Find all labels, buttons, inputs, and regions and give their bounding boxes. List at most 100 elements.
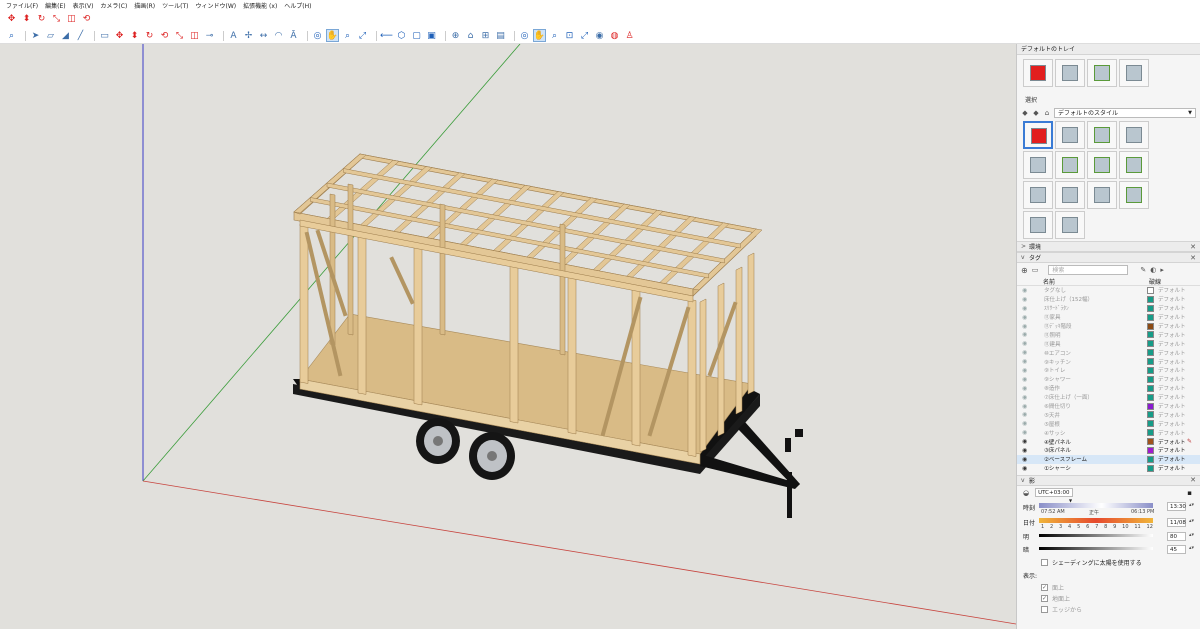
from-edges-checkbox[interactable] — [1041, 605, 1048, 613]
tag-dash-style[interactable]: デフォルト — [1158, 313, 1186, 321]
select-icon[interactable]: ➤ — [30, 30, 41, 41]
eye-icon[interactable]: ◉ — [1022, 420, 1032, 427]
style-thumb[interactable] — [1023, 59, 1053, 87]
geo-icon[interactable]: ⊕ — [450, 30, 461, 41]
tag-color-swatch[interactable] — [1147, 438, 1154, 446]
eye-icon[interactable]: ◉ — [1022, 465, 1032, 472]
tag-dash-style[interactable]: デフォルト — [1158, 340, 1186, 348]
style-thumb[interactable] — [1087, 59, 1117, 87]
eraser-icon[interactable]: ▱ — [45, 30, 56, 41]
eye-icon[interactable]: ◉ — [1022, 296, 1032, 303]
eye-icon[interactable]: ◉ — [1022, 429, 1032, 436]
tag-color-swatch[interactable] — [1147, 446, 1154, 454]
scale-icon[interactable]: ⤡ — [174, 30, 185, 41]
tag-dash-style[interactable]: デフォルト — [1158, 446, 1186, 454]
position-camera-icon[interactable]: ◉ — [594, 30, 605, 41]
line-icon[interactable]: ╱ — [75, 30, 86, 41]
tag-row[interactable]: ◉ ⑨キッチン デフォルト — [1017, 357, 1200, 366]
date-input[interactable]: 11/08 — [1167, 517, 1186, 527]
zoom-icon[interactable]: ⌕ — [549, 30, 560, 41]
menu-item[interactable]: 編集(E) — [45, 1, 65, 10]
col-style[interactable]: 破線 — [1149, 277, 1189, 286]
eye-icon[interactable]: ◉ — [1022, 447, 1032, 454]
tag-row[interactable]: ◉ ③床パネル デフォルト — [1017, 446, 1200, 455]
eye-icon[interactable]: ◉ — [1022, 287, 1032, 294]
dimension-icon[interactable]: ↔ — [258, 30, 269, 41]
menu-item[interactable]: 描画(R) — [134, 1, 155, 10]
eye-icon[interactable]: ◉ — [1022, 331, 1032, 338]
add-tag-icon[interactable]: ⊕ — [1021, 266, 1028, 275]
tag-dash-style[interactable]: デフォルト — [1158, 393, 1186, 401]
rotate-icon[interactable]: ↻ — [144, 30, 155, 41]
forward-icon[interactable]: ◆ — [1032, 109, 1040, 117]
timezone-select[interactable]: UTC+03:00 ▼ — [1035, 488, 1074, 503]
eye-icon[interactable]: ◉ — [1022, 358, 1032, 365]
home-icon[interactable]: ⌂ — [1043, 109, 1051, 117]
dark-input[interactable]: 45 — [1167, 544, 1186, 554]
tag-row[interactable]: ◉ ⑥間仕切り デフォルト — [1017, 402, 1200, 411]
tag-row[interactable]: ◉ ⑤天井 デフォルト — [1017, 410, 1200, 419]
tag-color-swatch[interactable] — [1147, 429, 1154, 437]
zoom-extents-icon[interactable]: ⤢ — [579, 30, 590, 41]
scale-icon[interactable]: ⤡ — [51, 14, 62, 25]
color-by-tag-icon[interactable]: ◐ — [1150, 266, 1156, 274]
tag-dash-style[interactable]: デフォルト — [1158, 304, 1186, 312]
eye-icon[interactable]: ◉ — [1022, 438, 1032, 445]
tag-dash-style[interactable]: デフォルト — [1158, 295, 1186, 303]
tag-dash-style[interactable]: デフォルト — [1158, 331, 1186, 339]
tag-color-swatch[interactable] — [1147, 313, 1154, 321]
push-pull-icon[interactable]: ⬍ — [129, 30, 140, 41]
tag-dash-style[interactable]: デフォルト — [1158, 322, 1186, 330]
tag-color-swatch[interactable] — [1147, 375, 1154, 383]
move-icon[interactable]: ✥ — [6, 14, 17, 25]
menu-item[interactable]: 表示(V) — [73, 1, 94, 10]
style-thumb[interactable] — [1087, 181, 1117, 209]
light-slider[interactable] — [1039, 533, 1153, 537]
tag-row[interactable]: ◉ ⑪建具 デフォルト — [1017, 339, 1200, 348]
tag-color-swatch[interactable] — [1147, 393, 1154, 401]
tag-row[interactable]: ◉ ①シャーシ デフォルト — [1017, 464, 1200, 473]
style-thumb[interactable] — [1055, 59, 1085, 87]
zoom-window-icon[interactable]: ⊡ — [564, 30, 575, 41]
pan-icon[interactable]: ✋ — [326, 29, 339, 42]
eye-icon[interactable]: ◉ — [1022, 323, 1032, 330]
time-spinner[interactable]: ▴▾ — [1189, 502, 1194, 508]
details-icon[interactable]: ▪ — [1187, 489, 1192, 497]
time-input[interactable]: 13:30 — [1167, 501, 1186, 511]
zoom-icon[interactable]: ⌕ — [342, 30, 353, 41]
previous-icon[interactable]: ⟵ — [380, 30, 393, 41]
style-thumb[interactable] — [1023, 151, 1053, 179]
tag-row[interactable]: ◉ ⑩エアコン デフォルト — [1017, 348, 1200, 357]
zoom-extents-icon[interactable]: ⤢ — [357, 30, 368, 41]
tag-row[interactable]: ◉ ⑨シャワー デフォルト — [1017, 375, 1200, 384]
date-spinner[interactable]: ▴▾ — [1189, 518, 1194, 524]
tag-row[interactable]: ◉ ⑪家具 デフォルト — [1017, 313, 1200, 322]
tag-color-swatch[interactable] — [1147, 402, 1154, 410]
paint-icon[interactable]: ◢ — [60, 30, 71, 41]
tag-row[interactable]: ◉ ⑪照明 デフォルト — [1017, 330, 1200, 339]
time-slider[interactable] — [1039, 502, 1153, 508]
front-icon[interactable]: ▣ — [426, 30, 437, 41]
eye-icon[interactable]: ◉ — [1022, 314, 1032, 321]
tag-row[interactable]: ◉ ⑤屋根 デフォルト — [1017, 419, 1200, 428]
3d-text-icon[interactable]: Ā — [288, 30, 299, 41]
style-thumb[interactable] — [1055, 121, 1085, 149]
use-sun-checkbox[interactable] — [1041, 558, 1048, 566]
zoom-icon[interactable]: ⌕ — [6, 30, 17, 41]
tag-dash-style[interactable]: デフォルト — [1158, 455, 1186, 463]
tag-color-swatch[interactable] — [1147, 295, 1154, 303]
panel-environment[interactable]: > 環境 ✕ — [1017, 241, 1200, 252]
on-ground-checkbox[interactable]: ✓ — [1041, 594, 1048, 602]
eye-icon[interactable]: ◉ — [1022, 394, 1032, 401]
back-icon[interactable]: ◆ — [1021, 109, 1029, 117]
menu-item[interactable]: カメラ(C) — [100, 1, 127, 10]
tag-color-swatch[interactable] — [1147, 384, 1154, 392]
tag-row[interactable]: ◉ ②ベースフレーム デフォルト — [1017, 454, 1200, 464]
eye-icon[interactable]: ◉ — [1022, 340, 1032, 347]
style-dropdown[interactable]: デフォルトのスタイル ▼ — [1054, 107, 1196, 118]
tag-color-swatch[interactable] — [1147, 411, 1154, 419]
tag-color-swatch[interactable] — [1147, 286, 1154, 294]
rectangle-icon[interactable]: ▭ — [99, 30, 110, 41]
style-thumb[interactable] — [1055, 181, 1085, 209]
tag-dash-style[interactable]: デフォルト — [1158, 464, 1186, 472]
